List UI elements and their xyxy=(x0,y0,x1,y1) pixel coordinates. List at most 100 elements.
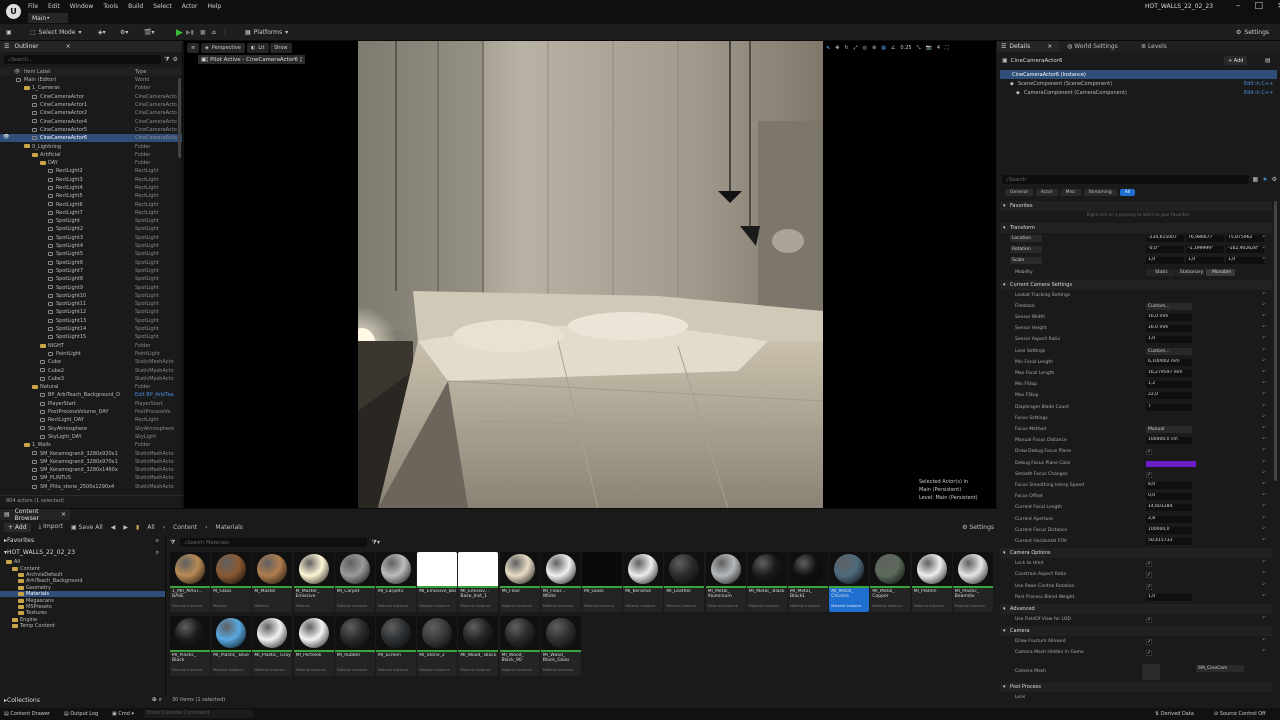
eye-icon[interactable]: 👁 xyxy=(3,134,9,140)
section-header[interactable]: ▾ Advanced xyxy=(1000,604,1272,614)
outliner-row[interactable]: CineCameraActor1 CineCameraActo xyxy=(0,101,182,109)
property-checkbox[interactable]: ✓ xyxy=(1146,650,1152,657)
camera-speed-icon[interactable]: 📷 xyxy=(926,45,932,51)
reset-arrow-icon[interactable]: ↶ xyxy=(1262,504,1266,509)
outliner-row[interactable]: RectLight2 RectLight xyxy=(0,167,182,175)
scale-snap-icon[interactable]: ⤡ xyxy=(917,45,921,51)
outliner-row[interactable]: SM_PLINTUS StaticMeshActo xyxy=(0,474,182,482)
asset-tile[interactable]: 1_MR_MAST... BASE Material Instance xyxy=(170,552,210,612)
gear-icon[interactable]: ⚙ xyxy=(173,56,178,63)
reset-arrow-icon[interactable]: ↶ xyxy=(1262,359,1266,364)
import-button[interactable]: ⤓ Import xyxy=(39,523,63,531)
actor-name-field[interactable]: CineCameraActor6 xyxy=(1011,58,1063,64)
tab-details[interactable]: ☰ Details × xyxy=(997,41,1059,52)
outliner-row[interactable]: SpotLight SpotLight xyxy=(0,217,182,225)
eye-icon[interactable]: 👁 xyxy=(14,69,20,75)
asset-tile[interactable]: MI_Glass Material Instance xyxy=(582,552,622,612)
asset-tile[interactable]: MI_Metal_ Chrome Material Instance xyxy=(829,552,870,612)
menu-item-actor[interactable]: Actor xyxy=(182,3,198,10)
asset-tile[interactable]: MI_Platinn Material Instance xyxy=(911,552,952,612)
close-icon[interactable]: × xyxy=(1047,43,1052,50)
property-checkbox[interactable]: ✓ xyxy=(1146,561,1152,568)
asset-tile[interactable]: MI_Portelok Material Instance xyxy=(293,616,334,676)
component-row[interactable]: ◆ SceneComponent (SceneComponent) Edit in … xyxy=(1000,80,1277,89)
outliner-row[interactable]: Artificial Folder xyxy=(0,151,182,159)
menu-item-window[interactable]: Window xyxy=(70,3,94,10)
viewport-menu-button[interactable]: ≡ xyxy=(187,43,200,53)
surface-snap-icon[interactable]: ⊕ xyxy=(872,45,876,51)
section-header[interactable]: ▾ Transform xyxy=(1000,223,1272,233)
transform-value-location[interactable]: -234,615007 xyxy=(1146,235,1184,242)
asset-tile[interactable]: MI_Wood_ Black_Gloss Material Instance xyxy=(540,616,581,676)
reset-arrow-icon[interactable]: ↶ xyxy=(1262,471,1266,476)
reset-arrow-icon[interactable]: ↶ xyxy=(1262,415,1266,420)
transform-value-rotation[interactable]: -1,199999° xyxy=(1186,246,1224,254)
reset-arrow-icon[interactable]: ↶ xyxy=(1262,616,1266,621)
transform-value-scale[interactable]: 1,0 xyxy=(1226,257,1264,265)
property-checkbox[interactable]: ✓ xyxy=(1146,572,1152,579)
transform-label-scale[interactable]: Scale xyxy=(1010,257,1042,265)
lit-button[interactable]: ◐ Lit xyxy=(247,43,269,53)
filter-tab-all[interactable]: All xyxy=(1119,189,1136,196)
property-value[interactable]: 2,8 xyxy=(1146,515,1192,523)
property-dropdown[interactable]: Manual xyxy=(1146,426,1192,433)
outliner-row[interactable]: CineCameraActor2 CineCameraActo xyxy=(0,109,182,117)
cmd-dropdown[interactable]: ▣ Cmd ▾ xyxy=(112,711,134,717)
mobility-stationary[interactable]: Stationary xyxy=(1176,268,1205,276)
property-checkbox[interactable]: ✓ xyxy=(1146,583,1152,590)
transform-value-location[interactable]: 75,875962 xyxy=(1226,235,1264,242)
angle-snap-icon[interactable]: ∠ xyxy=(891,45,895,51)
property-value[interactable]: 16,0 mm xyxy=(1146,314,1192,321)
folder-tree-item[interactable]: Temp Content xyxy=(0,623,165,629)
outliner-row[interactable]: SkyLight_DAY SkyLight xyxy=(0,433,182,441)
menu-item-tools[interactable]: Tools xyxy=(103,3,118,10)
asset-tile[interactable]: MI_Carpet1 Material Instance xyxy=(376,552,416,612)
transform-label-rotation[interactable]: Rotation xyxy=(1010,246,1042,254)
outliner-row[interactable]: 1_Cameras Folder xyxy=(0,84,182,92)
cinematics-icon[interactable]: 🎬▾ xyxy=(144,27,154,38)
reset-arrow-icon[interactable]: ↶ xyxy=(1262,594,1266,599)
asset-tile[interactable]: MI_Metal_ Copper Material Instance xyxy=(870,552,911,612)
reset-arrow-icon[interactable]: ↶ xyxy=(1262,649,1266,654)
property-value[interactable]: 7 xyxy=(1146,403,1192,411)
reset-arrow-icon[interactable]: ↶ xyxy=(1262,370,1266,375)
menu-item-build[interactable]: Build xyxy=(128,3,143,10)
outliner-row[interactable]: NIGHT Folder xyxy=(0,342,182,350)
asset-tile[interactable]: MI_Stone_2 Material Instance xyxy=(417,616,458,676)
reset-arrow-icon[interactable]: ↶ xyxy=(1262,381,1266,386)
play-options-icon[interactable]: ⋮ xyxy=(222,27,228,38)
outliner-row[interactable]: 1_Walls Folder xyxy=(0,441,182,449)
perspective-button[interactable]: ◈ Perspective xyxy=(201,43,245,53)
outliner-row[interactable]: Cube2 StaticMeshActo xyxy=(0,366,182,374)
outliner-row[interactable]: SM_Plita_stene_2500x1290x4 StaticMeshActo xyxy=(0,483,182,491)
snap-value[interactable]: 0.25 xyxy=(900,45,911,51)
reset-arrow-icon[interactable]: ↶ xyxy=(1262,538,1266,543)
asset-tile[interactable]: MI_Metal_ Aluminium Material Instance xyxy=(705,552,746,612)
reset-arrow-icon[interactable]: ↶ xyxy=(1262,348,1266,353)
property-checkbox[interactable]: ✓ xyxy=(1146,471,1152,478)
transform-value-location[interactable]: 76,986677 xyxy=(1186,235,1224,242)
section-header[interactable]: ▾ Favorites xyxy=(1000,201,1272,211)
mesh-thumbnail[interactable] xyxy=(1142,663,1160,680)
maximize-icon[interactable]: □ xyxy=(1255,1,1264,11)
outliner-row[interactable]: Main (Editor) World xyxy=(0,76,182,84)
pilot-label[interactable]: ▣ [ Pilot Active - CineCameraActor6 ] xyxy=(198,55,305,64)
details-search-input[interactable]: ⌕ Search xyxy=(1002,175,1249,184)
component-row[interactable]: ◆ CameraComponent (CameraComponent) Edit i… xyxy=(1000,89,1277,98)
outliner-row[interactable]: PointLight PointLight xyxy=(0,350,182,358)
outliner-search-input[interactable]: ⌕ Search... xyxy=(4,55,162,64)
outliner-row[interactable]: SkyAtmosphere SkyAtmosphere xyxy=(0,424,182,432)
col-item-label[interactable]: Item Label xyxy=(24,69,50,75)
asset-tile[interactable]: MI_Rubber Material Instance xyxy=(334,616,375,676)
outliner-row[interactable]: PlayerStart PlayerStart xyxy=(0,400,182,408)
reset-arrow-icon[interactable]: ↶ xyxy=(1262,292,1266,297)
asset-tile[interactable]: M_Glass Material xyxy=(211,552,252,612)
outliner-row[interactable]: SpotLight4 SpotLight xyxy=(0,242,182,250)
asset-tile[interactable]: MI_Wood_ Black_90 Material Instance xyxy=(499,616,540,676)
filter-icon[interactable]: ⧩ xyxy=(170,539,175,547)
mobility-movable[interactable]: Movable xyxy=(1206,268,1235,276)
content-browser-tab[interactable]: ▤ Content Browser × xyxy=(0,508,70,522)
add-button[interactable]: + Add xyxy=(4,522,31,532)
platforms-dropdown[interactable]: ▦ Platforms ▾ xyxy=(245,27,288,38)
select-tool-icon[interactable]: ⬉ xyxy=(826,45,830,51)
